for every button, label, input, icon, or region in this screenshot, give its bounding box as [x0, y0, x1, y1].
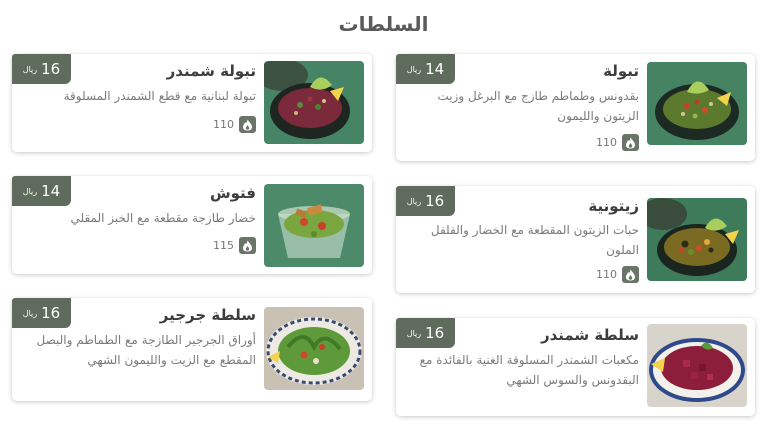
price-tag: 16 ريال: [396, 318, 455, 348]
dish-name: زيتونية: [588, 197, 639, 215]
calories: 110: [213, 116, 256, 133]
dish-description: أوراق الجرجير الطازجة مع الطماطم والبصل …: [36, 333, 256, 367]
menu-card-beet-salad[interactable]: 16 ريال سلطة شمندر مكعبات الشمندر المسلو…: [396, 318, 755, 416]
dish-name: فتوش: [209, 184, 256, 202]
dish-image: [647, 324, 747, 407]
menu-card-arugula-salad[interactable]: 16 ريال سلطة جرجير أوراق الجرجير الطازجة…: [12, 298, 372, 401]
flame-icon: [239, 237, 256, 254]
dish-name: سلطة جرجير: [159, 306, 256, 324]
calorie-count: 110: [596, 268, 617, 281]
dish-description: مكعبات الشمندر المسلوقة الغنية بالفائدة …: [419, 353, 639, 387]
dish-description: بقدونس وطماطم طازج مع البرغل وزيت الزيتو…: [437, 89, 639, 123]
menu-card-fattoush[interactable]: 14 ريال فتوش خضار طازجة مقطعة مع الخبز ا…: [12, 176, 372, 274]
dish-name: سلطة شمندر: [540, 326, 639, 344]
dish-description: تبولة لبنانية مع قطع الشمندر المسلوقة: [63, 89, 256, 103]
dish-description: حبات الزيتون المقطعة مع الخضار والفلفل ا…: [430, 223, 639, 257]
calories: 115: [213, 237, 256, 254]
dish-image: [647, 62, 747, 145]
price-tag: 14 ريال: [396, 54, 455, 84]
flame-icon: [239, 116, 256, 133]
dish-image: [264, 184, 364, 267]
flame-icon: [622, 134, 639, 151]
page-title: السلطات: [338, 12, 429, 36]
dish-image: [264, 307, 364, 390]
price-tag: 16 ريال: [12, 298, 71, 328]
calories: 110: [596, 266, 639, 283]
dish-image: [647, 198, 747, 281]
dish-name: تبولة شمندر: [166, 62, 256, 80]
calorie-count: 115: [213, 239, 234, 252]
calorie-count: 110: [596, 136, 617, 149]
dish-description: خضار طازجة مقطعة مع الخبز المقلي: [70, 211, 256, 225]
calories: 110: [596, 134, 639, 151]
menu-card-beet-tabbouleh[interactable]: 16 ريال تبولة شمندر تبولة لبنانية مع قطع…: [12, 54, 372, 152]
menu-card-olive-salad[interactable]: 16 ريال زيتونية حبات الزيتون المقطعة مع …: [396, 186, 755, 293]
flame-icon: [622, 266, 639, 283]
dish-name: تبولة: [603, 62, 639, 80]
menu-card-tabbouleh[interactable]: 14 ريال تبولة بقدونس وطماطم طازج مع البر…: [396, 54, 755, 161]
dish-image: [264, 61, 364, 144]
price-tag: 14 ريال: [12, 176, 71, 206]
calorie-count: 110: [213, 118, 234, 131]
price-tag: 16 ريال: [12, 54, 71, 84]
price-tag: 16 ريال: [396, 186, 455, 216]
